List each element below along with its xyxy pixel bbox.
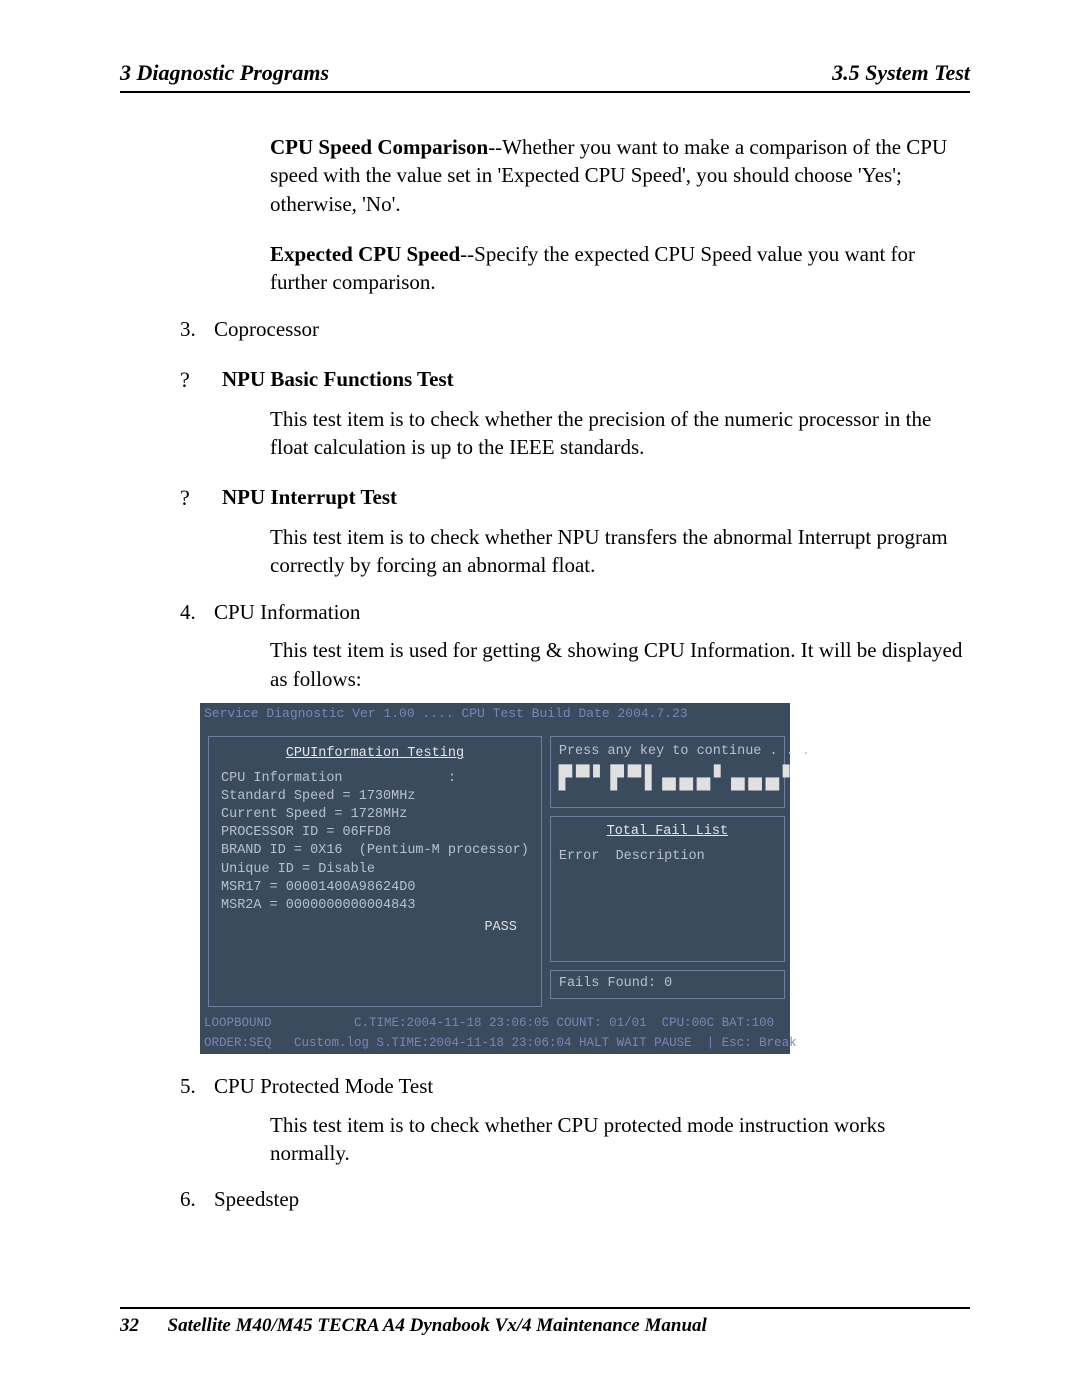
terminal-right-panel: Press any key to continue . . . ▛▀▘▛▀▌▄▄… bbox=[550, 736, 785, 1006]
pencil-icon: ? bbox=[180, 483, 222, 513]
list-num-6: 6. bbox=[180, 1185, 200, 1213]
terminal-left-title: CPUInformation Testing bbox=[221, 745, 529, 763]
page-body: CPU Speed Comparison--Whether you want t… bbox=[120, 133, 970, 1214]
terminal-big-pass: ▛▀▘▛▀▌▄▄▄▘▄▄▄▘ bbox=[559, 764, 776, 794]
cpu-speed-comparison-paragraph: CPU Speed Comparison--Whether you want t… bbox=[270, 133, 970, 218]
header-right: 3.5 System Test bbox=[832, 60, 970, 86]
expected-cpu-speed-paragraph: Expected CPU Speed--Specify the expected… bbox=[270, 240, 970, 297]
footer-title: Satellite M40/M45 TECRA A4 Dynabook Vx/4… bbox=[168, 1315, 707, 1336]
list-num-4: 4. bbox=[180, 598, 200, 626]
list-label-cpu-information: CPU Information bbox=[214, 598, 360, 626]
cpu-information-desc: This test item is used for getting & sho… bbox=[270, 636, 970, 693]
terminal-columns: CPUInformation Testing CPU Information :… bbox=[200, 730, 790, 1012]
terminal-line: Standard Speed = 1730MHz bbox=[221, 788, 529, 806]
pencil-icon: ? bbox=[180, 365, 222, 395]
terminal-titlebar: Service Diagnostic Ver 1.00 .... CPU Tes… bbox=[200, 703, 790, 725]
terminal-fails-found: Fails Found: 0 bbox=[559, 975, 776, 993]
npu-basic-title: NPU Basic Functions Test bbox=[222, 365, 454, 395]
header-left: 3 Diagnostic Programs bbox=[120, 60, 329, 86]
list-item-3: 3. Coprocessor bbox=[180, 315, 970, 343]
terminal-line: Current Speed = 1728MHz bbox=[221, 806, 529, 824]
page-footer: 32 Satellite M40/M45 TECRA A4 Dynabook V… bbox=[120, 1307, 970, 1337]
terminal-pass-label: PASS bbox=[221, 919, 529, 937]
npu-basic-desc: This test item is to check whether the p… bbox=[270, 405, 970, 462]
list-label-cpu-protected: CPU Protected Mode Test bbox=[214, 1072, 433, 1100]
list-num-5: 5. bbox=[180, 1072, 200, 1100]
list-item-4: 4. CPU Information bbox=[180, 598, 970, 626]
terminal-line: MSR2A = 0000000000004843 bbox=[221, 897, 529, 915]
terminal-line: PROCESSOR ID = 06FFD8 bbox=[221, 824, 529, 842]
expected-cpu-speed-label: Expected CPU Speed bbox=[270, 242, 460, 266]
npu-interrupt-desc: This test item is to check whether NPU t… bbox=[270, 523, 970, 580]
bullet-npu-interrupt: ? NPU Interrupt Test bbox=[180, 483, 970, 513]
bullet-npu-basic: ? NPU Basic Functions Test bbox=[180, 365, 970, 395]
terminal-continue-box: Press any key to continue . . . ▛▀▘▛▀▌▄▄… bbox=[550, 736, 785, 808]
page-header: 3 Diagnostic Programs 3.5 System Test bbox=[120, 60, 970, 93]
terminal-fail-title: Total Fail List bbox=[559, 823, 776, 841]
list-label-speedstep: Speedstep bbox=[214, 1185, 299, 1213]
npu-interrupt-title: NPU Interrupt Test bbox=[222, 483, 397, 513]
list-item-5: 5. CPU Protected Mode Test bbox=[180, 1072, 970, 1100]
terminal-line: MSR17 = 00001400A98624D0 bbox=[221, 879, 529, 897]
terminal-footer-1: LOOPBOUND C.TIME:2004-11-18 23:06:05 COU… bbox=[200, 1013, 790, 1034]
page-number: 32 bbox=[120, 1315, 139, 1336]
terminal-left-panel: CPUInformation Testing CPU Information :… bbox=[208, 736, 542, 1006]
diagnostic-terminal: Service Diagnostic Ver 1.00 .... CPU Tes… bbox=[200, 703, 790, 1054]
terminal-fail-list-box: Total Fail List Error Description bbox=[550, 816, 785, 962]
terminal-fail-header: Error Description bbox=[559, 848, 776, 866]
terminal-footer-2: ORDER:SEQ Custom.log S.TIME:2004-11-18 2… bbox=[200, 1033, 790, 1054]
terminal-fails-found-box: Fails Found: 0 bbox=[550, 970, 785, 998]
terminal-line: BRAND ID = 0X16 (Pentium-M processor) bbox=[221, 842, 529, 860]
cpu-protected-desc: This test item is to check whether CPU p… bbox=[270, 1111, 970, 1168]
list-label-coprocessor: Coprocessor bbox=[214, 315, 319, 343]
cpu-speed-comparison-label: CPU Speed Comparison bbox=[270, 135, 488, 159]
list-num-3: 3. bbox=[180, 315, 200, 343]
terminal-line: CPU Information : bbox=[221, 770, 529, 788]
terminal-line: Unique ID = Disable bbox=[221, 861, 529, 879]
terminal-continue-text: Press any key to continue . . . bbox=[559, 743, 776, 761]
list-item-6: 6. Speedstep bbox=[180, 1185, 970, 1213]
page: 3 Diagnostic Programs 3.5 System Test CP… bbox=[0, 0, 1080, 1397]
